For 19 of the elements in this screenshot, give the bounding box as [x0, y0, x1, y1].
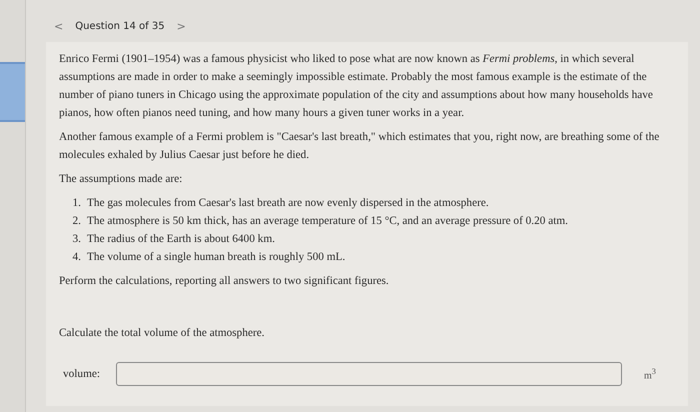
- list-number: 3.: [72, 232, 81, 247]
- next-link[interactable]: >: [176, 20, 186, 32]
- paragraph: The assumptions made are:: [59, 172, 184, 187]
- assumption-item: The radius of the Earth is about 6400 km.: [87, 232, 275, 247]
- unit-label: m$^{3}$: [644, 366, 657, 384]
- question-text: Calculate the total volume of the atmosphere.: [59, 326, 266, 341]
- paragraph: Another famous example of a Fermi problem is "Caesar's last breath," which estimates that you, right now, are breathing some of the molecules exhaled by Julius Caesar just before he died.: [59, 130, 660, 163]
- assumption-item: The gas molecules from Caesar's last breath are now evenly dispersed in the atmosphere.: [87, 196, 489, 211]
- answer-field[interactable]: [116, 362, 622, 386]
- list-number: 1.: [72, 196, 81, 211]
- assumption-item: The volume of a single human breath is roughly 500 mL.: [87, 250, 346, 265]
- assumption-item: The atmosphere is 50 km thick, has an average temperature of 15 °C, and an average pressure of 0.20 atm.: [87, 214, 568, 229]
- field-label: volume:: [63, 367, 100, 382]
- instruction-text: Perform the calculations, reporting all answers to two significant figures.: [59, 274, 390, 289]
- paragraph: Enrico Fermi (1901–1954) was a famous physicist who liked to pose what are now known as Fermi problems, in which several assumptions are made in order to make a seemingly impossible estimate. Probably the most famous example is the estimate of the number of piano tuners in Chicago using the approximate population of the city and assumptions about how many households have pianos, how often pianos need tuning, and how many hours a given tuner works in a year.: [59, 52, 654, 121]
- question-counter: Question 14 of 35: [75, 20, 165, 32]
- previous-link[interactable]: <: [54, 20, 64, 32]
- list-number: 4.: [72, 250, 81, 265]
- list-number: 2.: [72, 214, 81, 229]
